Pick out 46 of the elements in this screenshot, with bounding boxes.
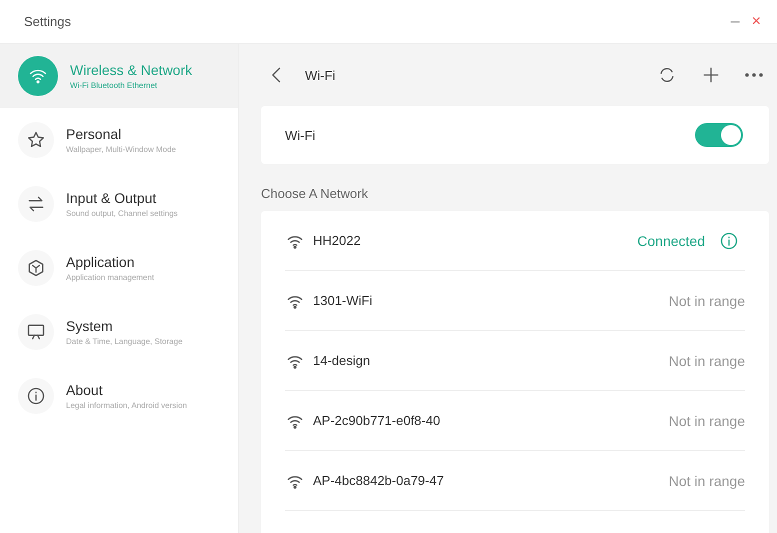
item-subtitle: Application management <box>66 273 154 282</box>
item-label: Wireless & Network <box>70 62 192 78</box>
minimize-button[interactable]: – <box>724 12 746 30</box>
item-subtitle: Wi-Fi Bluetooth Ethernet <box>70 81 158 90</box>
info-icon <box>26 386 46 406</box>
network-name: 1301-WiFi <box>313 293 374 308</box>
item-label: Personal <box>66 126 122 142</box>
info-icon <box>719 230 739 250</box>
sidebar-item[interactable]: Personal Wallpaper, Multi-Window Mode <box>0 108 238 172</box>
network-row[interactable]: 14-design Not in range <box>285 331 745 391</box>
sidebar-item[interactable]: About Legal information, Android version <box>0 364 238 428</box>
monitor-icon <box>26 322 46 342</box>
wifi-switch[interactable] <box>695 123 743 147</box>
network-name: AP-4bc8842b-0a79-47 <box>313 473 445 488</box>
network-status: Not in range <box>668 412 745 428</box>
more-icon <box>745 73 763 77</box>
item-subtitle: Legal information, Android version <box>66 401 187 410</box>
page-title: Wi-Fi <box>305 68 336 82</box>
network-status: Not in range <box>668 292 745 308</box>
network-row[interactable]: HH2022 Connected <box>285 211 745 271</box>
sidebar-item[interactable]: System Date & Time, Language, Storage <box>0 300 238 364</box>
item-label: Input & Output <box>66 190 158 206</box>
network-row[interactable]: AP-2c90b771-e0f8-40 Not in range <box>285 391 745 451</box>
network-name: AP-2c90b771-e0f8-40 <box>313 413 442 428</box>
item-label: About <box>66 382 104 398</box>
network-status: Not in range <box>668 472 745 488</box>
network-row[interactable]: 1301-WiFi Not in range <box>285 271 745 331</box>
item-label: System <box>66 318 114 334</box>
item-subtitle: Date & Time, Language, Storage <box>66 337 183 346</box>
swap-arrows-icon <box>26 194 46 214</box>
cube-icon <box>26 258 46 278</box>
network-name: 14-design <box>313 353 372 368</box>
section-title: Choose A Network <box>261 185 369 203</box>
network-name: HH2022 <box>313 233 362 248</box>
network-status: Connected <box>637 232 705 248</box>
sidebar-item[interactable]: Application Application management <box>0 236 238 300</box>
window-title: Settings <box>24 14 72 29</box>
item-subtitle: Sound output, Channel settings <box>66 209 178 218</box>
sidebar-item[interactable]: Input & Output Sound output, Channel settings <box>0 172 238 236</box>
network-row[interactable]: AP-4bc8842b-0a79-47 Not in range <box>285 451 745 511</box>
item-subtitle: Wallpaper, Multi-Window Mode <box>66 145 176 154</box>
plus-icon <box>701 65 721 85</box>
item-label: Application <box>66 254 136 270</box>
toggle-label: Wi-Fi <box>285 128 316 142</box>
star-icon <box>26 130 46 150</box>
network-status: Not in range <box>668 352 745 368</box>
